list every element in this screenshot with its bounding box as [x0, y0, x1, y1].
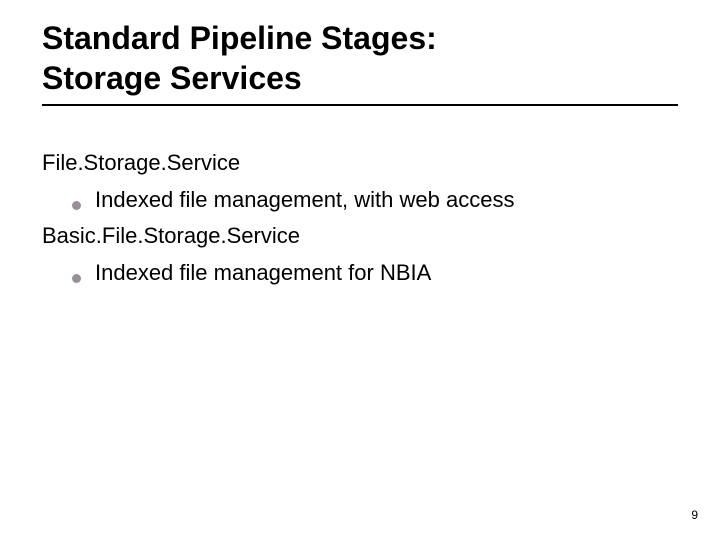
bullet-icon — [72, 201, 81, 210]
slide-title: Standard Pipeline Stages: Storage Servic… — [42, 18, 678, 106]
bullet-icon — [72, 274, 81, 283]
section-1-bullet-row: Indexed file management, with web access — [72, 186, 678, 215]
title-line-1: Standard Pipeline Stages: — [42, 20, 437, 56]
section-2-bullet-row: Indexed file management for NBIA — [72, 259, 678, 288]
section-1-heading: File.Storage.Service — [42, 150, 678, 176]
section-2-bullet-text: Indexed file management for NBIA — [95, 259, 431, 288]
section-2-heading: Basic.File.Storage.Service — [42, 223, 678, 249]
section-2: Basic.File.Storage.Service Indexed file … — [42, 223, 678, 288]
section-1-bullet-text: Indexed file management, with web access — [95, 186, 514, 215]
page-number: 9 — [691, 508, 698, 522]
section-1: File.Storage.Service Indexed file manage… — [42, 150, 678, 215]
slide: Standard Pipeline Stages: Storage Servic… — [0, 0, 720, 540]
title-line-2: Storage Services — [42, 60, 302, 96]
